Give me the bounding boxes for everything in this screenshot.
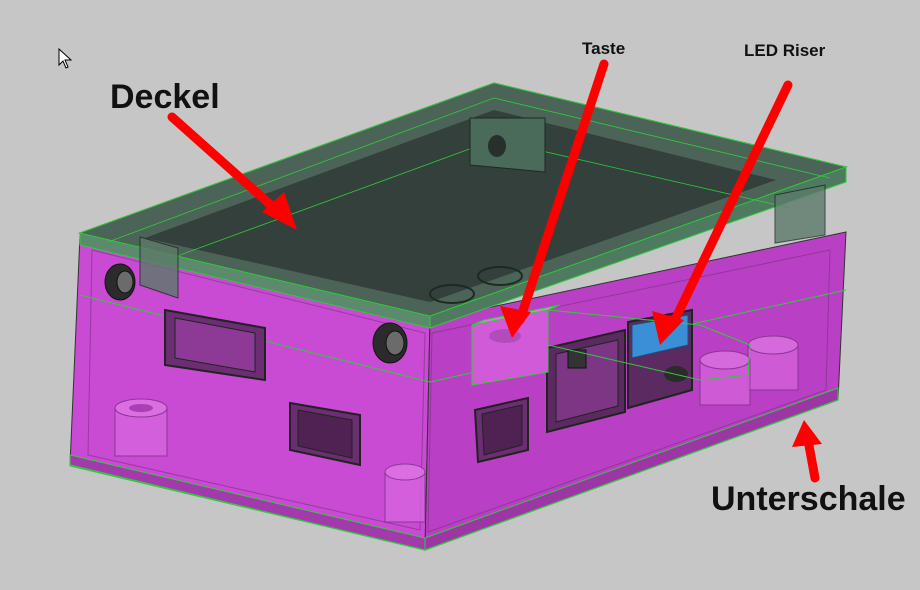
standoff-post-2 [384, 463, 426, 523]
mouse-pointer-icon [58, 48, 73, 69]
screw-hole-left [104, 263, 136, 301]
standoff-post-1 [114, 398, 168, 457]
lid-boss-top [469, 117, 546, 173]
port-opening-3 [473, 396, 529, 464]
label-unterschale: Unterschale [711, 480, 906, 518]
lid-boss-right [774, 184, 826, 244]
screw-hole-center [372, 322, 408, 364]
arrow-unterschale [792, 420, 822, 483]
label-led-riser: LED Riser [744, 41, 826, 60]
standoff-post-4 [699, 350, 751, 406]
standoff-post-3 [747, 335, 799, 391]
label-taste: Taste [582, 39, 626, 58]
label-deckel: Deckel [110, 78, 220, 116]
